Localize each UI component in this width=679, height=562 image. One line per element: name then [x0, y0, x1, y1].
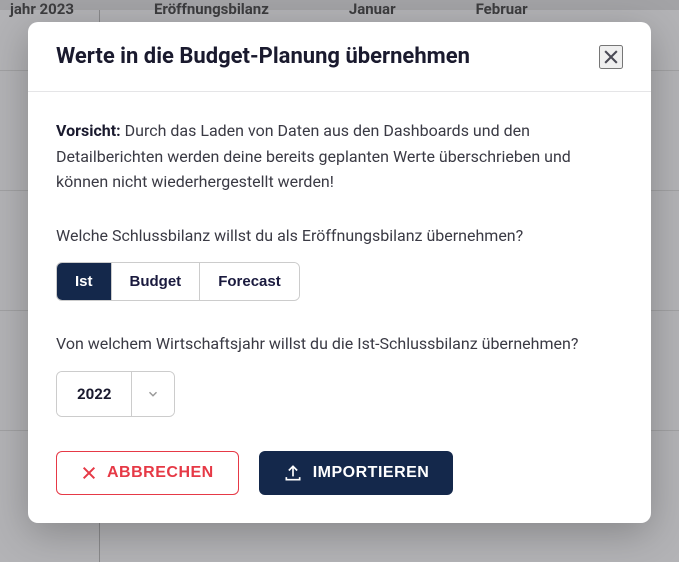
segment-budget[interactable]: Budget — [112, 263, 201, 300]
cancel-x-icon — [81, 465, 97, 481]
warning-label: Vorsicht: — [56, 121, 121, 140]
question-balance: Welche Schlussbilanz willst du als Eröff… — [56, 223, 623, 249]
year-select-toggle[interactable] — [132, 372, 174, 416]
segment-ist[interactable]: Ist — [57, 263, 112, 300]
modal-title: Werte in die Budget-Planung übernehmen — [56, 44, 470, 69]
warning-body: Durch das Laden von Daten aus den Dashbo… — [56, 121, 571, 191]
modal-body: Vorsicht: Durch das Laden von Daten aus … — [28, 92, 651, 523]
year-select-value[interactable]: 2022 — [57, 372, 132, 416]
upload-icon — [283, 463, 303, 483]
import-modal: Werte in die Budget-Planung übernehmen V… — [28, 22, 651, 523]
import-button[interactable]: IMPORTIEREN — [259, 451, 454, 495]
chevron-down-icon — [146, 387, 160, 401]
close-icon — [601, 46, 621, 68]
cancel-button-label: ABBRECHEN — [107, 464, 214, 482]
question-year: Von welchem Wirtschaftsjahr willst du di… — [56, 331, 623, 357]
warning-text: Vorsicht: Durch das Laden von Daten aus … — [56, 118, 623, 195]
cancel-button[interactable]: ABBRECHEN — [56, 451, 239, 495]
modal-header: Werte in die Budget-Planung übernehmen — [28, 22, 651, 92]
year-select[interactable]: 2022 — [56, 371, 175, 417]
balance-type-segmented: Ist Budget Forecast — [56, 262, 300, 301]
segment-forecast[interactable]: Forecast — [200, 263, 299, 300]
import-button-label: IMPORTIEREN — [313, 464, 430, 482]
close-button[interactable] — [599, 45, 623, 69]
modal-footer: ABBRECHEN IMPORTIEREN — [56, 451, 623, 495]
